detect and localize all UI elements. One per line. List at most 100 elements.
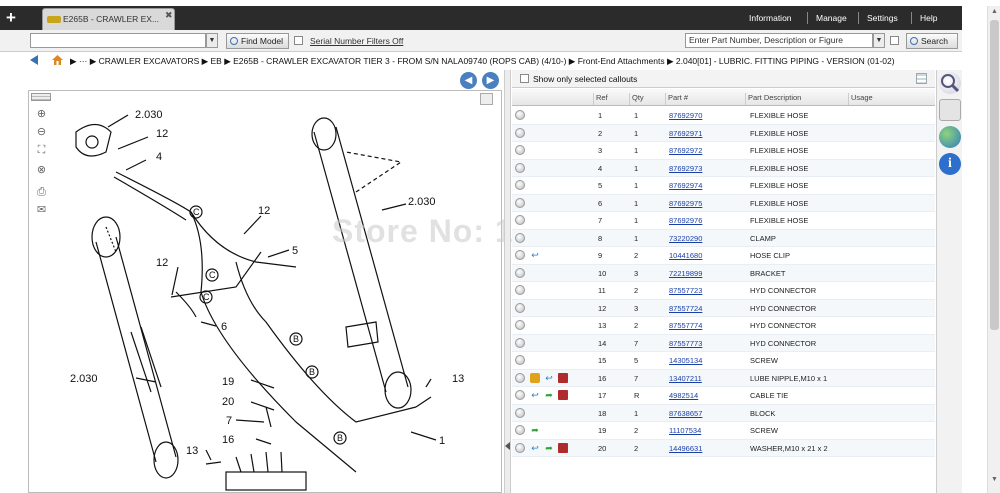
cell-part-number[interactable]: 87557774 [669, 321, 702, 330]
row-select-icon[interactable] [515, 285, 525, 295]
table-row[interactable]: 18 1 87638657 BLOCK [512, 404, 935, 422]
magnifier-icon[interactable] [939, 72, 961, 94]
table-row[interactable]: 4 1 87692973 FLEXIBLE HOSE [512, 159, 935, 177]
row-select-icon[interactable] [515, 407, 525, 418]
cell-part-number[interactable]: 87692971 [669, 129, 702, 138]
part-search-input[interactable]: Enter Part Number, Description or Figure [685, 33, 873, 48]
row-select-icon[interactable] [515, 180, 525, 190]
table-row[interactable]: 8 1 73220290 CLAMP [512, 229, 935, 247]
new-tab-button[interactable]: + [1, 8, 21, 28]
book-icon[interactable] [558, 390, 568, 400]
cell-part-number[interactable]: 87692970 [669, 111, 702, 120]
cell-part-number[interactable]: 87692975 [669, 199, 702, 208]
cell-part-number[interactable]: 73220290 [669, 234, 702, 243]
table-row[interactable]: 6 1 87692975 FLEXIBLE HOSE [512, 194, 935, 212]
cell-part-number[interactable]: 11107534 [669, 426, 701, 435]
cell-part-number[interactable]: 87692972 [669, 146, 702, 155]
cell-part-number[interactable]: 14305134 [669, 356, 702, 365]
tab-close-icon[interactable]: ✖ [165, 10, 173, 21]
table-row[interactable]: 12 3 87557724 HYD CONNECTOR [512, 299, 935, 317]
cell-part-number[interactable]: 10441680 [669, 251, 702, 260]
back-arrow-icon[interactable] [30, 55, 38, 65]
cell-part-number[interactable]: 72219899 [669, 269, 702, 278]
row-select-icon[interactable] [515, 110, 525, 120]
scanner-icon[interactable] [939, 99, 961, 121]
row-select-icon[interactable] [515, 232, 525, 243]
col-part-number[interactable]: Part # [665, 93, 745, 105]
callout-7[interactable]: 7 [226, 415, 232, 427]
home-icon[interactable] [52, 55, 63, 65]
menu-manage[interactable]: Manage [816, 13, 847, 23]
reverse-arrow-icon[interactable]: ↩ [544, 373, 554, 383]
forward-arrow-icon[interactable]: ➦ [544, 390, 554, 400]
cell-part-number[interactable]: 87692974 [669, 181, 702, 190]
callout-20[interactable]: 20 [222, 396, 234, 408]
table-row[interactable]: 14 7 87557773 HYD CONNECTOR [512, 334, 935, 352]
table-row[interactable]: ↩ ➦ 17 R 4982514 CABLE TIE [512, 387, 935, 405]
menu-settings[interactable]: Settings [867, 13, 898, 23]
reverse-arrow-icon[interactable]: ↩ [530, 443, 540, 453]
col-ref[interactable]: Ref [593, 93, 629, 105]
model-tab[interactable]: E265B - CRAWLER EX... ✖ [42, 8, 175, 30]
model-input[interactable] [30, 33, 206, 48]
globe-icon[interactable] [939, 126, 961, 148]
scroll-down-icon[interactable]: ▼ [991, 476, 998, 483]
row-select-icon[interactable] [515, 162, 525, 173]
row-select-icon[interactable] [515, 267, 525, 278]
row-select-icon[interactable] [515, 337, 525, 348]
row-select-icon[interactable] [515, 320, 525, 330]
fit-page-icon[interactable]: ⛶ [35, 144, 48, 157]
row-select-icon[interactable] [515, 442, 525, 453]
cell-part-number[interactable]: 87557724 [669, 304, 702, 313]
col-description[interactable]: Part Description [745, 93, 848, 105]
cell-part-number[interactable]: 4982514 [669, 391, 698, 400]
reverse-arrow-icon[interactable]: ↩ [530, 250, 540, 260]
page-scrollbar[interactable]: ▲ ▼ [987, 6, 1000, 493]
table-row[interactable]: 5 1 87692974 FLEXIBLE HOSE [512, 177, 935, 195]
row-select-icon[interactable] [515, 250, 525, 260]
book-icon[interactable] [558, 372, 568, 383]
callout-2030-c[interactable]: 2.030 [70, 373, 98, 385]
print-icon[interactable]: ⎙ [35, 186, 48, 199]
zoom-out-icon[interactable]: ⊖ [35, 126, 48, 139]
cell-part-number[interactable]: 87557773 [669, 339, 702, 348]
table-row[interactable]: ↩ ➦ 20 2 14496631 WASHER,M10 x 21 x 2 [512, 439, 935, 457]
callout-13-a[interactable]: 13 [186, 445, 198, 457]
col-usage[interactable]: Usage [848, 93, 935, 105]
serial-filter-checkbox[interactable] [294, 36, 303, 45]
menu-help[interactable]: Help [920, 13, 937, 23]
callout-12-c[interactable]: 12 [156, 257, 168, 269]
menu-information[interactable]: Information [749, 13, 792, 23]
book-icon[interactable] [558, 442, 568, 453]
model-dropdown-icon[interactable]: ▼ [206, 33, 218, 48]
next-figure-button[interactable]: ▶ [482, 72, 499, 89]
row-select-icon[interactable] [515, 127, 525, 138]
zoom-in-icon[interactable]: ⊕ [35, 108, 48, 121]
table-row[interactable]: 2 1 87692971 FLEXIBLE HOSE [512, 124, 935, 142]
row-select-icon[interactable] [515, 355, 525, 365]
panel-menu-icon[interactable] [31, 93, 51, 101]
pane-splitter[interactable] [504, 70, 511, 493]
table-row[interactable]: 3 1 87692972 FLEXIBLE HOSE [512, 142, 935, 160]
table-row[interactable]: 13 2 87557774 HYD CONNECTOR [512, 317, 935, 335]
row-select-icon[interactable] [515, 390, 525, 400]
table-row[interactable]: 7 1 87692976 FLEXIBLE HOSE [512, 212, 935, 230]
table-row[interactable]: ↩ 9 2 10441680 HOSE CLIP [512, 247, 935, 265]
row-select-icon[interactable] [515, 215, 525, 225]
table-row[interactable]: ➦ 19 2 11107534 SCREW [512, 422, 935, 440]
cell-part-number[interactable]: 87692976 [669, 216, 702, 225]
callout-12-a[interactable]: 12 [156, 128, 168, 140]
search-button[interactable]: Search [906, 33, 958, 49]
row-select-icon[interactable] [515, 372, 525, 383]
forward-arrow-icon[interactable]: ➦ [530, 425, 540, 435]
table-row[interactable]: 10 3 72219899 BRACKET [512, 264, 935, 282]
show-selected-checkbox[interactable] [520, 74, 529, 83]
package-icon[interactable] [530, 372, 540, 383]
callout-16[interactable]: 16 [222, 434, 234, 446]
callout-2030-b[interactable]: 2.030 [408, 196, 436, 208]
callout-2030-a[interactable]: 2.030 [135, 109, 163, 121]
cell-part-number[interactable]: 87692973 [669, 164, 702, 173]
callout-1[interactable]: 1 [439, 435, 445, 447]
reverse-arrow-icon[interactable]: ↩ [530, 390, 540, 400]
row-select-icon[interactable] [515, 302, 525, 313]
